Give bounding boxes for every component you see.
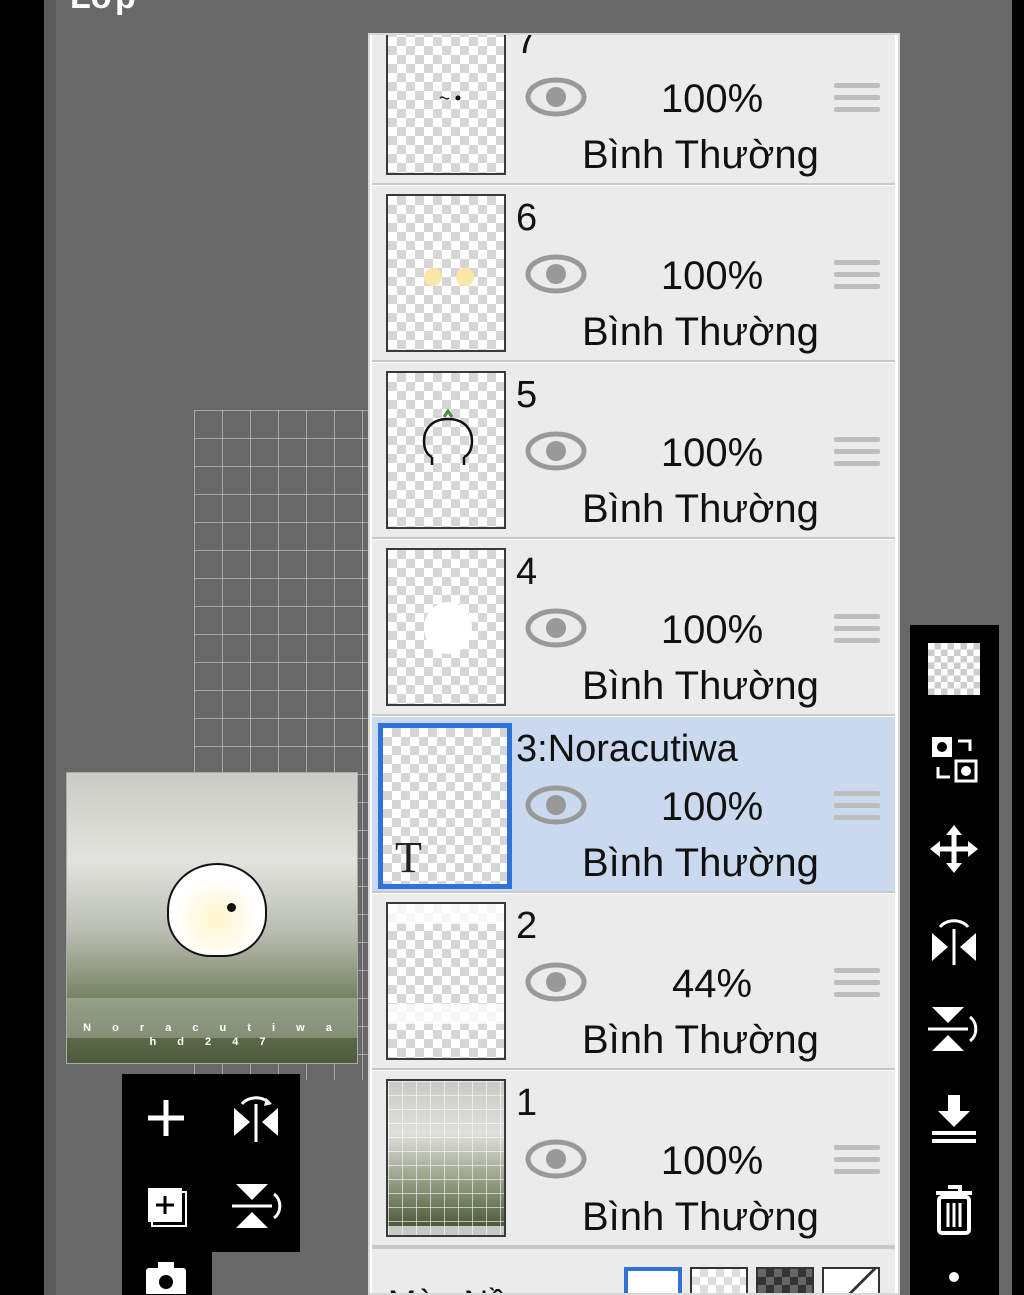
layer-row-4[interactable]: 4 100% Bình Thường <box>372 540 895 716</box>
layer-thumbnail[interactable] <box>386 35 506 175</box>
drag-handle-icon[interactable] <box>834 437 880 477</box>
bg-none-swatch[interactable] <box>822 1267 880 1293</box>
layer-blend-mode[interactable]: Bình Thường <box>582 131 819 179</box>
layer-row-1[interactable]: 1 100% Bình Thường <box>372 1071 895 1247</box>
visibility-eye-icon[interactable] <box>524 252 588 296</box>
layer-opacity[interactable]: 100% <box>612 252 812 300</box>
move-icon[interactable] <box>924 819 984 879</box>
right-toolbar <box>910 625 999 1295</box>
white-shape <box>424 602 472 654</box>
mascot-eye <box>227 903 236 912</box>
flip-horizontal-icon[interactable] <box>924 909 984 969</box>
layer-row-3[interactable]: T 3:Noracutiwa 100% Bình Thường <box>372 717 895 893</box>
add-layer-icon[interactable] <box>136 1088 196 1148</box>
bg-dark-swatch[interactable] <box>756 1267 814 1293</box>
layer-thumbnail[interactable] <box>386 902 506 1060</box>
background-label: Màu Nền <box>388 1283 526 1293</box>
layer-name: 6 <box>516 197 538 239</box>
layer-thumbnail[interactable] <box>386 371 506 529</box>
layer-name: 4 <box>516 551 538 593</box>
mascot-figure <box>167 863 267 957</box>
layer-name: 3:Noracutiwa <box>516 728 738 770</box>
layer-thumbnail[interactable] <box>386 194 506 352</box>
camera-icon[interactable] <box>136 1252 196 1295</box>
layer-row-2[interactable]: 2 44% Bình Thường <box>372 894 895 1070</box>
bg-white-swatch[interactable] <box>624 1267 682 1293</box>
layer-row-6[interactable]: 6 100% Bình Thường <box>372 186 895 362</box>
layer-name: 7 <box>516 33 538 62</box>
merge-down-icon[interactable] <box>924 1089 984 1149</box>
watermark-text: N o r a c u t i w a h d 2 4 7 <box>67 1021 357 1049</box>
drag-handle-icon[interactable] <box>834 260 880 300</box>
layer-thumbnail[interactable]: T <box>378 723 512 889</box>
drag-handle-icon[interactable] <box>834 83 880 123</box>
layer-blend-mode[interactable]: Bình Thường <box>582 839 819 887</box>
bg-transparent-swatch[interactable] <box>690 1267 748 1293</box>
blush-mark <box>456 268 474 286</box>
layer-blend-mode[interactable]: Bình Thường <box>582 662 819 710</box>
layer-opacity[interactable]: 100% <box>612 1137 812 1185</box>
visibility-eye-icon[interactable] <box>524 783 588 827</box>
layer-tool-panel <box>122 1074 300 1252</box>
visibility-eye-icon[interactable] <box>524 960 588 1004</box>
visibility-eye-icon[interactable] <box>524 75 588 119</box>
flip-vertical-icon[interactable] <box>924 999 984 1059</box>
layer-opacity[interactable]: 100% <box>612 606 812 654</box>
flip-vertical-icon[interactable] <box>226 1176 286 1236</box>
blush-mark <box>424 268 442 286</box>
layer-thumbnail[interactable] <box>386 548 506 706</box>
trash-icon[interactable] <box>924 1179 984 1239</box>
visibility-eye-icon[interactable] <box>524 606 588 650</box>
layer-tool-panel-lower <box>122 1252 212 1295</box>
watermark-line-1: N o r a c u t i w a <box>83 1022 341 1034</box>
layer-list-panel: 7 100% Bình Thường 6 100% Bình Thường 5 … <box>368 33 900 1295</box>
flip-horizontal-icon[interactable] <box>226 1088 286 1148</box>
layer-row-7[interactable]: 7 100% Bình Thường <box>372 33 895 185</box>
watermark-line-2: h d 2 4 7 <box>149 1036 275 1048</box>
visibility-eye-icon[interactable] <box>524 429 588 473</box>
drag-handle-icon[interactable] <box>834 968 880 1008</box>
background-color-row: Màu Nền <box>372 1247 895 1293</box>
more-icon[interactable] <box>924 1259 984 1295</box>
text-layer-glyph: T <box>395 833 422 882</box>
layer-thumbnail[interactable] <box>386 1079 506 1237</box>
drag-handle-icon[interactable] <box>834 791 880 831</box>
white-band <box>388 1004 504 1024</box>
layer-blend-mode[interactable]: Bình Thường <box>582 485 819 533</box>
layer-opacity[interactable]: 100% <box>612 75 812 123</box>
layer-name: 5 <box>516 374 538 416</box>
layer-opacity[interactable]: 100% <box>612 429 812 477</box>
layer-blend-mode[interactable]: Bình Thường <box>582 1193 819 1241</box>
visibility-eye-icon[interactable] <box>524 1137 588 1181</box>
layer-opacity[interactable]: 44% <box>612 960 812 1008</box>
layer-blend-mode[interactable]: Bình Thường <box>582 1016 819 1064</box>
panel-title: Lớp <box>70 0 136 17</box>
add-copy-icon[interactable] <box>136 1176 196 1236</box>
swap-icon[interactable] <box>924 729 984 789</box>
left-gutter <box>44 0 56 1295</box>
layer-blend-mode[interactable]: Bình Thường <box>582 308 819 356</box>
transparency-icon[interactable] <box>924 639 984 699</box>
layer-row-5[interactable]: 5 100% Bình Thường <box>372 363 895 539</box>
layer-name: 2 <box>516 905 538 947</box>
layer-opacity[interactable]: 100% <box>612 783 812 831</box>
layer-name: 1 <box>516 1082 538 1124</box>
drag-handle-icon[interactable] <box>834 1145 880 1185</box>
drag-handle-icon[interactable] <box>834 614 880 654</box>
white-band <box>388 904 504 924</box>
canvas-preview-thumbnail[interactable]: N o r a c u t i w a h d 2 4 7 <box>66 772 358 1064</box>
